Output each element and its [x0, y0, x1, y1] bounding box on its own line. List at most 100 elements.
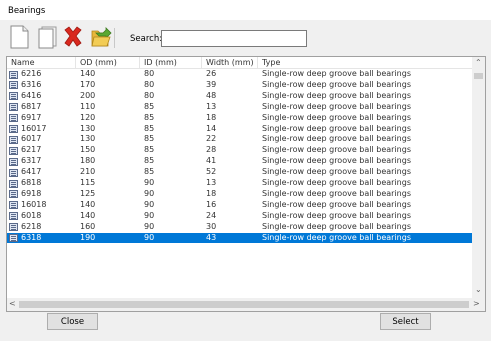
table-header: Name OD (mm) ID (mm) Width (mm) Type: [7, 57, 473, 69]
cell-od: 160: [80, 221, 96, 231]
bearing-record-icon: [9, 81, 18, 90]
cell-od: 190: [80, 232, 96, 242]
cell-name: 6217: [21, 145, 42, 155]
column-header-id[interactable]: ID (mm): [140, 57, 202, 69]
cell-type: Single-row deep groove ball bearings: [262, 199, 411, 209]
cell-width: 48: [206, 90, 217, 100]
column-header-type[interactable]: Type: [258, 57, 473, 69]
open-folder-icon[interactable]: [90, 25, 112, 49]
bearing-record-icon: [9, 135, 18, 144]
cell-od: 140: [80, 199, 96, 209]
cell-type: Single-row deep groove ball bearings: [262, 167, 411, 177]
cell-type: Single-row deep groove ball bearings: [262, 188, 411, 198]
cell-od: 210: [80, 167, 96, 177]
bearing-record-icon: [9, 168, 18, 177]
column-header-name[interactable]: Name: [7, 57, 76, 69]
table-row[interactable]: 6218 160 90 30 Single-row deep groove ball b…: [7, 222, 473, 233]
cell-id: 85: [144, 123, 155, 133]
table-row[interactable]: 6217 150 85 28 Single-row deep groove ball b…: [7, 145, 473, 156]
toolbar-separator: [114, 28, 115, 48]
column-header-width[interactable]: Width (mm): [202, 57, 258, 69]
cell-id: 80: [144, 79, 155, 89]
close-button[interactable]: Close: [47, 313, 98, 330]
delete-icon[interactable]: [62, 25, 84, 49]
cell-type: Single-row deep groove ball bearings: [262, 123, 411, 133]
bearing-record-icon: [9, 146, 18, 155]
table-row[interactable]: 6918 125 90 18 Single-row deep groove ball b…: [7, 189, 473, 200]
cell-width: 43: [206, 232, 217, 242]
cell-width: 18: [206, 112, 217, 122]
cell-type: Single-row deep groove ball bearings: [262, 101, 411, 111]
cell-id: 85: [144, 167, 155, 177]
cell-od: 120: [80, 112, 96, 122]
search-input[interactable]: [161, 30, 307, 47]
cell-name: 6917: [21, 112, 42, 122]
cell-od: 200: [80, 90, 96, 100]
title-bar: Bearings: [0, 0, 491, 20]
horizontal-scroll-thumb[interactable]: [19, 301, 469, 308]
table-row[interactable]: 6316 170 80 39 Single-row deep groove ball b…: [7, 80, 473, 91]
cell-od: 140: [80, 210, 96, 220]
cell-id: 85: [144, 156, 155, 166]
window-title: Bearings: [8, 6, 46, 16]
cell-od: 170: [80, 79, 96, 89]
cell-id: 90: [144, 221, 155, 231]
bearing-record-icon: [9, 179, 18, 188]
scroll-left-icon[interactable]: <: [9, 299, 16, 308]
table-row[interactable]: 6018 140 90 24 Single-row deep groove ball b…: [7, 211, 473, 222]
bearing-record-icon: [9, 125, 18, 133]
cell-type: Single-row deep groove ball bearings: [262, 156, 411, 166]
cell-width: 39: [206, 79, 217, 89]
cell-od: 130: [80, 123, 96, 133]
table-row[interactable]: 16018 140 90 16 Single-row deep groove ball …: [7, 200, 473, 211]
table-row[interactable]: 6818 115 90 13 Single-row deep groove ball b…: [7, 178, 473, 189]
cell-id: 90: [144, 188, 155, 198]
cell-name: 6818: [21, 178, 42, 187]
cell-type: Single-row deep groove ball bearings: [262, 232, 411, 242]
bearings-list[interactable]: Name OD (mm) ID (mm) Width (mm) Type 621…: [6, 56, 486, 312]
table-row[interactable]: 6318 190 90 43 Single-row deep groove ball b…: [7, 232, 473, 244]
vertical-scroll-thumb[interactable]: [474, 73, 483, 79]
table-row[interactable]: 6417 210 85 52 Single-row deep groove ball b…: [7, 167, 473, 178]
copy-icon[interactable]: [36, 25, 58, 49]
cell-width: 24: [206, 210, 217, 220]
cell-width: 30: [206, 221, 217, 231]
cell-id: 85: [144, 134, 155, 144]
table-row[interactable]: 6017 130 85 22 Single-row deep groove ball b…: [7, 134, 473, 145]
cell-width: 14: [206, 123, 217, 133]
cell-width: 28: [206, 145, 217, 155]
cell-width: 16: [206, 199, 217, 209]
scroll-up-icon[interactable]: ⌃: [475, 58, 482, 67]
cell-id: 85: [144, 112, 155, 122]
bearing-record-icon: [9, 157, 18, 166]
scroll-right-icon[interactable]: >: [473, 299, 480, 308]
cell-id: 90: [144, 210, 155, 220]
cell-name: 6218: [21, 221, 42, 231]
cell-width: 13: [206, 101, 217, 111]
column-header-od[interactable]: OD (mm): [76, 57, 140, 69]
table-row[interactable]: 6917 120 85 18 Single-row deep groove ball b…: [7, 113, 473, 124]
cell-type: Single-row deep groove ball bearings: [262, 90, 411, 100]
bearing-record-icon: [9, 234, 18, 242]
table-row[interactable]: 6216 140 80 26 Single-row deep groove ball b…: [7, 69, 473, 80]
table-row[interactable]: 6317 180 85 41 Single-row deep groove ball b…: [7, 156, 473, 167]
vertical-scrollbar[interactable]: ⌃ ⌄: [472, 57, 485, 299]
cell-width: 26: [206, 69, 217, 78]
new-document-icon[interactable]: [8, 25, 30, 49]
cell-name: 16018: [21, 199, 47, 209]
cell-name: 16017: [21, 123, 47, 133]
cell-id: 80: [144, 90, 155, 100]
select-button[interactable]: Select: [380, 313, 431, 330]
table-row[interactable]: 6817 110 85 13 Single-row deep groove ball b…: [7, 102, 473, 113]
table-row[interactable]: 16017 130 85 14 Single-row deep groove ball …: [7, 124, 473, 135]
table-row[interactable]: 6416 200 80 48 Single-row deep groove ball b…: [7, 91, 473, 102]
table-body: 6216 140 80 26 Single-row deep groove ball b…: [7, 69, 473, 299]
bearing-record-icon: [9, 70, 18, 79]
horizontal-scrollbar[interactable]: < >: [7, 298, 485, 311]
cell-id: 90: [144, 232, 155, 242]
cell-type: Single-row deep groove ball bearings: [262, 145, 411, 155]
cell-name: 6918: [21, 188, 42, 198]
cell-type: Single-row deep groove ball bearings: [262, 79, 411, 89]
scroll-down-icon[interactable]: ⌄: [475, 285, 482, 294]
cell-od: 150: [80, 145, 96, 155]
